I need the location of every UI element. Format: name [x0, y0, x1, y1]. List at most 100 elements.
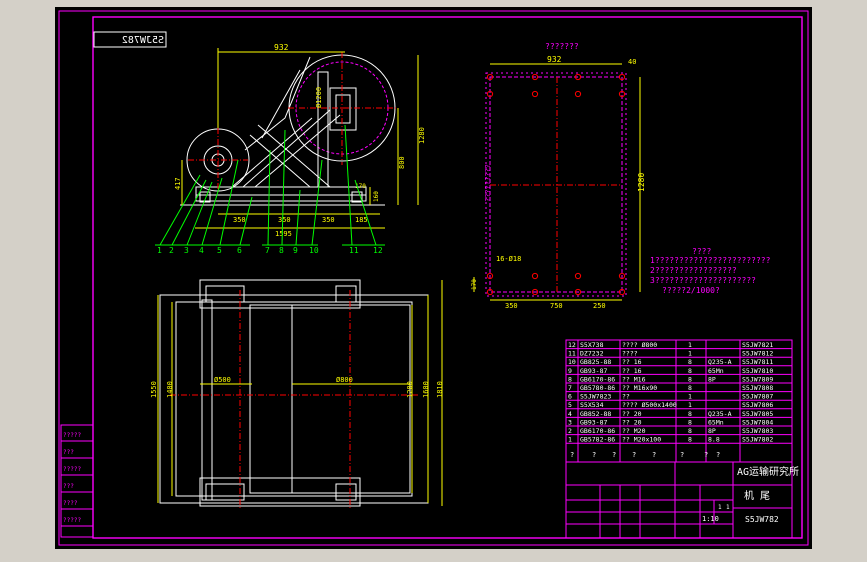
- bom-cell-code: GB6170-86: [580, 375, 615, 383]
- strip-label: ???: [63, 449, 74, 456]
- balloon-5: 5: [217, 246, 222, 255]
- notes-title: ????: [692, 247, 711, 256]
- plan-dim-1280: 1280: [637, 173, 646, 192]
- bom-cell-name: ???? Ø500x1400: [622, 401, 677, 409]
- dim-800-label: 800: [398, 156, 406, 169]
- plan-dim-40: 40: [628, 58, 636, 66]
- strip-label: ?????: [63, 466, 81, 473]
- bom-cell-no: 12: [568, 341, 576, 349]
- strip-label: ???: [63, 483, 74, 490]
- drawing-number: S5JW782: [745, 515, 779, 524]
- bom-cell-code: GB825-88: [580, 358, 611, 366]
- bom-cell-name: ?? M16x90: [622, 384, 657, 392]
- bom-cell-qty: 1: [688, 401, 692, 409]
- bom-cell-qty: 8: [688, 427, 692, 435]
- top-d800-label: Ø800: [336, 376, 353, 384]
- bom-cell-code: S5JW7823: [580, 393, 611, 401]
- bom-cell-no: 4: [568, 410, 572, 418]
- bom-cell-name: ?? 20: [622, 410, 642, 418]
- bom-cell-no: 11: [568, 350, 576, 358]
- institute-name: AG运输研究所: [737, 465, 799, 478]
- dim-417-label: 417: [174, 177, 182, 190]
- bom-cell-name: ?? M20x100: [622, 436, 661, 444]
- dim-bottom-350a: 350: [233, 216, 246, 224]
- bom-cell-code: GB93-87: [580, 367, 607, 375]
- plan-dim-932: 932: [547, 55, 562, 64]
- bom-cell-name: ?? M16: [622, 375, 646, 383]
- plan-dim-750: 750: [550, 302, 563, 310]
- bom-cell-mat: Q235-A: [708, 358, 732, 366]
- bom-cell-qty: 8: [688, 436, 692, 444]
- bom-cell-no: 10: [568, 358, 576, 366]
- plan-dim-170: 170: [471, 279, 478, 290]
- note-line: ?????2/1000?: [662, 286, 720, 295]
- bom-cell-name: ?? 16: [622, 367, 642, 375]
- plan-dim-350: 350: [505, 302, 518, 310]
- bom-header-cell: ?: [632, 451, 636, 459]
- strip-label: ????: [63, 500, 78, 507]
- bom-cell-name: ???? Ø800: [622, 341, 657, 349]
- bom-cell-mat: 8P: [708, 375, 716, 383]
- bom-cell-code: GB852-88: [580, 410, 611, 418]
- bom-cell-qty: 8: [688, 410, 692, 418]
- plan-heading: ???????: [545, 42, 579, 51]
- dim-bottom-185: 185: [355, 216, 368, 224]
- bom-cell-qty: 1: [688, 350, 692, 358]
- bom-cell-note: S5JW7806: [742, 401, 773, 409]
- bom-cell-name: ?? M20: [622, 427, 646, 435]
- balloon-6: 6: [237, 246, 242, 255]
- bom-cell-code: S5X534: [580, 401, 604, 409]
- bom-cell-note: S5JW7804: [742, 418, 773, 426]
- sheet-label: 1: [726, 504, 730, 511]
- bom-cell-code: GB93-87: [580, 418, 607, 426]
- bom-cell-code: GB6170-86: [580, 427, 615, 435]
- dim-160-label: 160: [373, 191, 380, 202]
- bom-header-cell: ?: [570, 451, 574, 459]
- bom-header-cell: ?: [612, 451, 616, 459]
- bom-cell-no: 5: [568, 401, 572, 409]
- top-dim-1600: 1600: [422, 381, 430, 398]
- note-line: 3?????????????????????: [650, 276, 756, 285]
- bom-cell-note: S5JW7807: [742, 393, 773, 401]
- top-d500-label: Ø500: [214, 376, 231, 384]
- dim-bottom-350c: 350: [322, 216, 335, 224]
- top-dim-1200: 1200: [406, 381, 414, 398]
- bom-cell-mat: Q235-A: [708, 410, 732, 418]
- bom-cell-note: S5JW7809: [742, 375, 773, 383]
- bom-cell-code: DZ7232: [580, 350, 604, 358]
- top-dim-1550: 1550: [150, 381, 158, 398]
- bom-cell-no: 8: [568, 375, 572, 383]
- balloon-12: 12: [373, 246, 383, 255]
- balloon-10: 10: [309, 246, 319, 255]
- bom-cell-mat: 65Mn: [708, 418, 724, 426]
- bom-cell-mat: 8P: [708, 427, 716, 435]
- part-title: 机 尾: [744, 489, 770, 502]
- bom-cell-qty: 1: [688, 393, 692, 401]
- bom-cell-note: S5JW7811: [742, 358, 773, 366]
- sheet-label: 1: [718, 504, 722, 511]
- mirrored-title-text: S5JW782: [122, 35, 164, 46]
- bom-cell-no: 2: [568, 427, 572, 435]
- balloon-2: 2: [169, 246, 174, 255]
- balloon-8: 8: [279, 246, 284, 255]
- plan-side-label: ?????????: [484, 164, 492, 202]
- cad-drawing-canvas: S5JW782 932 1280 800 Ø1200 417 160 170 3…: [55, 7, 812, 549]
- bom-cell-note: S5JW7808: [742, 384, 773, 392]
- plan-hole-label: 16-Ø18: [496, 255, 521, 263]
- bom-cell-no: 9: [568, 367, 572, 375]
- balloon-4: 4: [199, 246, 204, 255]
- plan-dim-250: 250: [593, 302, 606, 310]
- top-dim-1400: 1400: [166, 381, 174, 398]
- cad-viewer: S5JW782 932 1280 800 Ø1200 417 160 170 3…: [0, 0, 867, 562]
- dim-1280-label: 1280: [418, 127, 426, 144]
- bom-cell-qty: 8: [688, 384, 692, 392]
- bom-cell-qty: 8: [688, 358, 692, 366]
- bom-cell-no: 7: [568, 384, 572, 392]
- bom-cell-code: S5X738: [580, 341, 604, 349]
- bom-cell-no: 6: [568, 393, 572, 401]
- dim-bottom-350b: 350: [278, 216, 291, 224]
- bom-cell-code: GB5782-86: [580, 436, 615, 444]
- balloon-11: 11: [349, 246, 359, 255]
- bom-cell-name: ?? 20: [622, 418, 642, 426]
- bom-cell-mat: 8.8: [708, 436, 720, 444]
